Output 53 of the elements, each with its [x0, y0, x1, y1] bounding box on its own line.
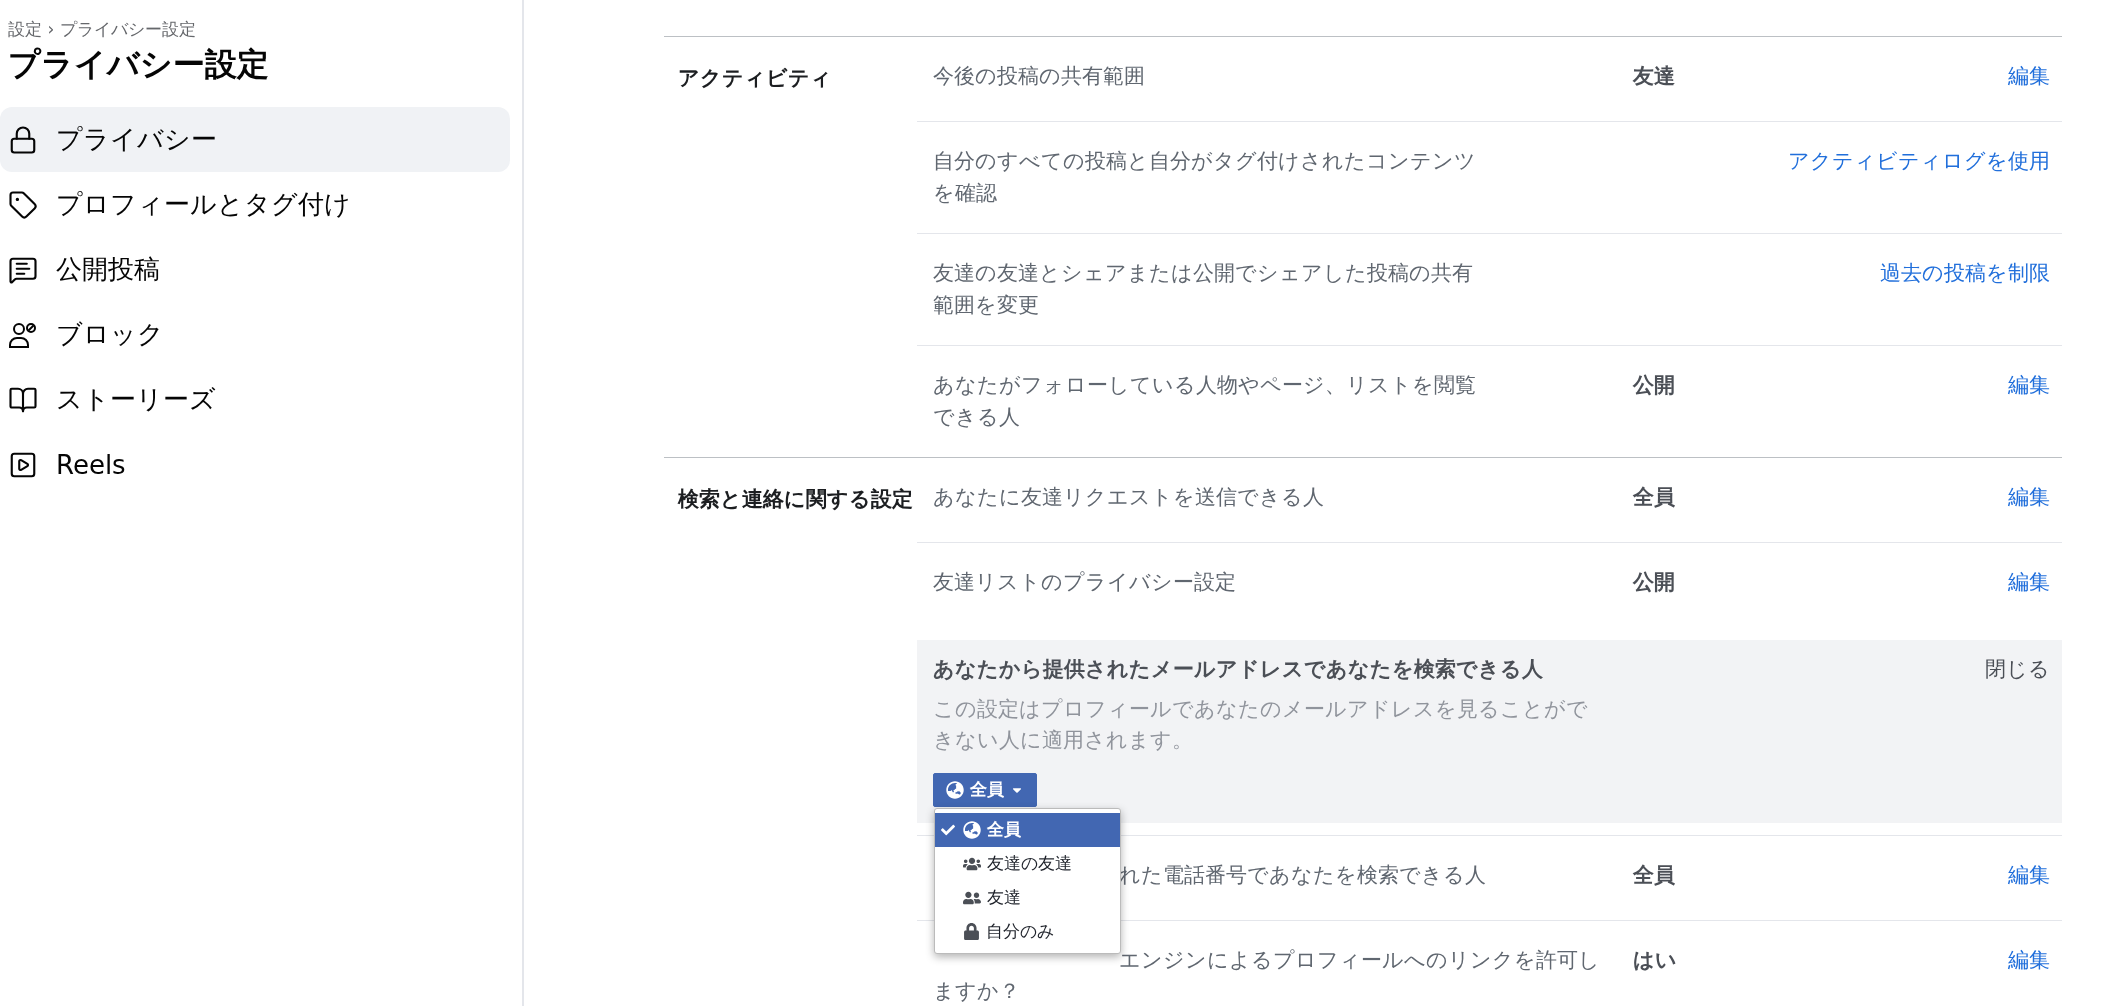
- sidebar-item-label: プロフィールとタグ付け: [56, 188, 351, 221]
- setting-value: 友達: [1633, 63, 1676, 90]
- section-title: 検索と連絡に関する設定: [676, 486, 914, 513]
- setting-description: この設定はプロフィールであなたのメールアドレスを見ることができない人に適用されます。: [933, 695, 1589, 754]
- setting-value: はい: [1633, 946, 1678, 974]
- sidebar-item[interactable]: ストーリーズ: [0, 367, 510, 432]
- sidebar-item[interactable]: 公開投稿: [0, 237, 510, 302]
- close-link[interactable]: 閉じる: [1985, 654, 2050, 686]
- setting-label: 友達の友達とシェアまたは公開でシェアした投稿の共有範囲を変更: [933, 260, 1474, 319]
- setting-label: エンジンによるプロフィールへのリンクを許可し: [1119, 946, 1600, 974]
- audience-option[interactable]: 自分のみ: [935, 914, 1120, 949]
- sidebar-item[interactable]: プライバシー: [0, 107, 510, 172]
- setting-label: 今後の投稿の共有範囲: [933, 63, 1146, 90]
- setting-label: あなたに友達リクエストを送信できる人: [933, 484, 1325, 511]
- setting-link[interactable]: 編集: [2008, 944, 2050, 976]
- sidebar-item-label: プライバシー: [56, 123, 217, 156]
- setting-link[interactable]: アクティビティログを使用: [1788, 146, 2050, 178]
- globe-icon: [963, 820, 981, 839]
- setting-title: あなたから提供されたメールアドレスであなたを検索できる人: [933, 656, 1544, 683]
- setting-label: あなたがフォローしている人物やページ、リストを閲覧できる人: [933, 372, 1477, 431]
- setting-link[interactable]: 編集: [2008, 482, 2050, 514]
- sidebar-item-label: 公開投稿: [56, 253, 160, 286]
- setting-link[interactable]: 編集: [2008, 859, 2050, 891]
- setting-link[interactable]: 編集: [2008, 370, 2050, 402]
- setting-label: 友達リストのプライバシー設定: [933, 569, 1237, 596]
- audience-option[interactable]: 友達の友達: [935, 846, 1120, 881]
- setting-value: 公開: [1633, 569, 1676, 596]
- setting-value: 全員: [1633, 861, 1676, 889]
- audience-option[interactable]: 友達: [935, 880, 1120, 915]
- tag-icon: [8, 189, 38, 220]
- sidebar-item-label: Reels: [56, 449, 126, 480]
- lock-icon: [8, 124, 38, 155]
- setting-link[interactable]: 編集: [2008, 61, 2050, 93]
- section-title: アクティビティ: [677, 65, 833, 92]
- breadcrumb: 設定 › プライバシー設定: [7, 18, 197, 41]
- lock-icon: [963, 923, 980, 940]
- setting-link[interactable]: 過去の投稿を制限: [1880, 258, 2050, 290]
- setting-link[interactable]: 編集: [2008, 567, 2050, 599]
- setting-label: れた電話番号であなたを検索できる人: [1119, 861, 1486, 889]
- setting-label: 自分のすべての投稿と自分がタグ付けされたコンテンツを確認: [933, 148, 1477, 207]
- sidebar-item-label: ブロック: [56, 318, 164, 351]
- sidebar-item-label: ストーリーズ: [56, 383, 216, 416]
- audience-option[interactable]: 全員: [935, 812, 1120, 847]
- check-icon: [941, 822, 955, 837]
- sidebar-item[interactable]: プロフィールとタグ付け: [0, 172, 510, 237]
- setting-value: 公開: [1633, 372, 1676, 399]
- globe-icon: [946, 780, 964, 799]
- setting-label: ますか？: [933, 978, 1020, 1005]
- audience-dropdown[interactable]: 全員: [933, 772, 1037, 807]
- setting-value: 全員: [1633, 484, 1676, 511]
- sidebar-item[interactable]: ブロック: [0, 302, 510, 367]
- sidebar-item[interactable]: Reels: [0, 432, 510, 497]
- page-title: プライバシー設定: [8, 44, 270, 85]
